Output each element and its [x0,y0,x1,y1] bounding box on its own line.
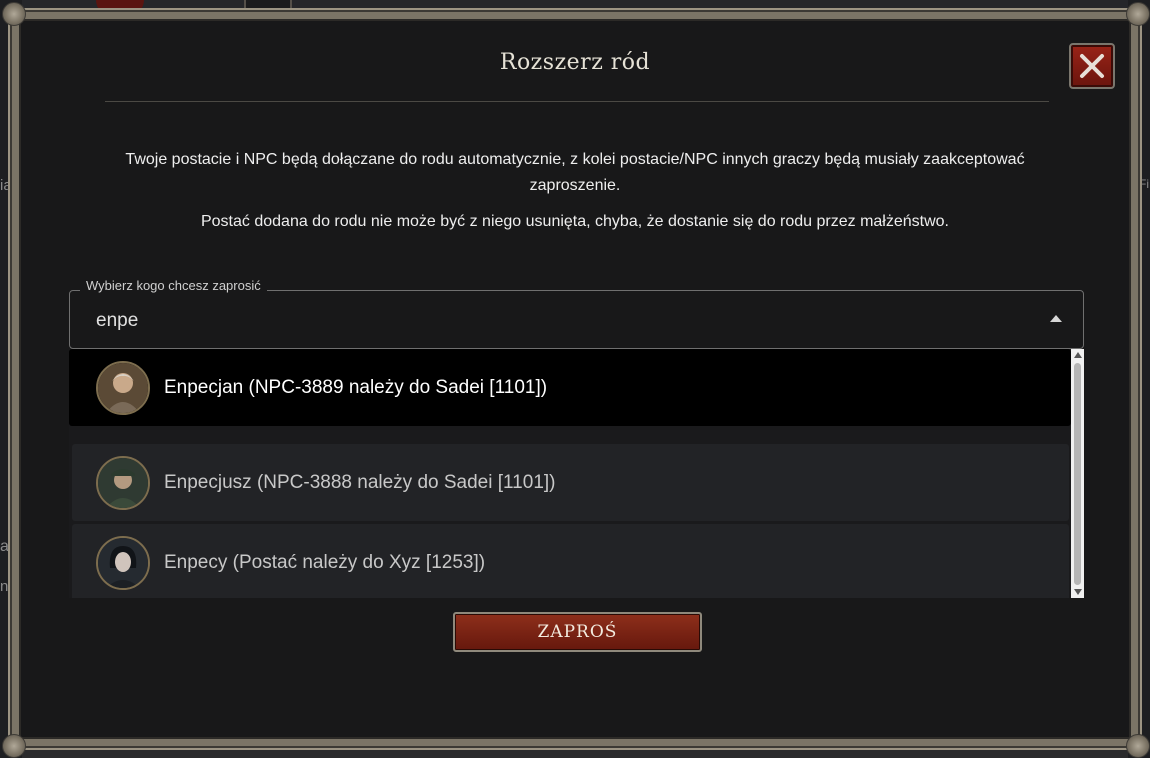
suggestion-option[interactable]: Enpecy (Postać należy do Xyz [1253]) [72,524,1069,598]
frame-corner-ornament [1126,2,1150,26]
frame-corner-ornament [2,734,26,758]
modal-note: Postać dodana do rodu nie może być z nie… [200,213,949,230]
frame-corner-ornament [1126,734,1150,758]
background-snippet: Fi [1139,177,1149,191]
suggestion-label: Enpecjusz (NPC-3888 należy do Sadei [110… [164,471,556,493]
scroll-down-icon[interactable] [1074,589,1082,595]
invite-button[interactable]: ZAPROŚ [453,612,702,652]
triangle-up-icon[interactable] [1050,315,1062,322]
frame-corner-ornament [2,2,26,26]
avatar [96,535,150,590]
scroll-thumb[interactable] [1074,363,1081,585]
background-snippet: ia [0,177,12,194]
suggestion-label: Enpecy (Postać należy do Xyz [1253]) [164,551,486,573]
suggestions-scrollbar[interactable] [1071,349,1084,598]
avatar [96,360,150,415]
suggestion-option[interactable]: Enpecjan (NPC-3889 należy do Sadei [1101… [69,349,1071,426]
suggestion-label: Enpecjan (NPC-3889 należy do Sadei [1101… [164,376,548,398]
invite-search-input[interactable] [96,306,996,336]
scroll-up-icon[interactable] [1074,352,1082,358]
suggestions-list: Enpecjan (NPC-3889 należy do Sadei [1101… [69,349,1084,598]
title-divider [105,101,1049,102]
modal-title: Rozszerz ród [499,50,651,75]
close-icon [1080,54,1104,78]
close-button[interactable] [1069,43,1115,89]
avatar [96,455,150,510]
suggestion-option[interactable]: Enpecjusz (NPC-3888 należy do Sadei [110… [72,444,1069,521]
invite-field-label: Wybierz kogo chcesz zaprosić [80,278,267,293]
modal-description: Twoje postacie i NPC będą dołączane do r… [125,151,1025,194]
